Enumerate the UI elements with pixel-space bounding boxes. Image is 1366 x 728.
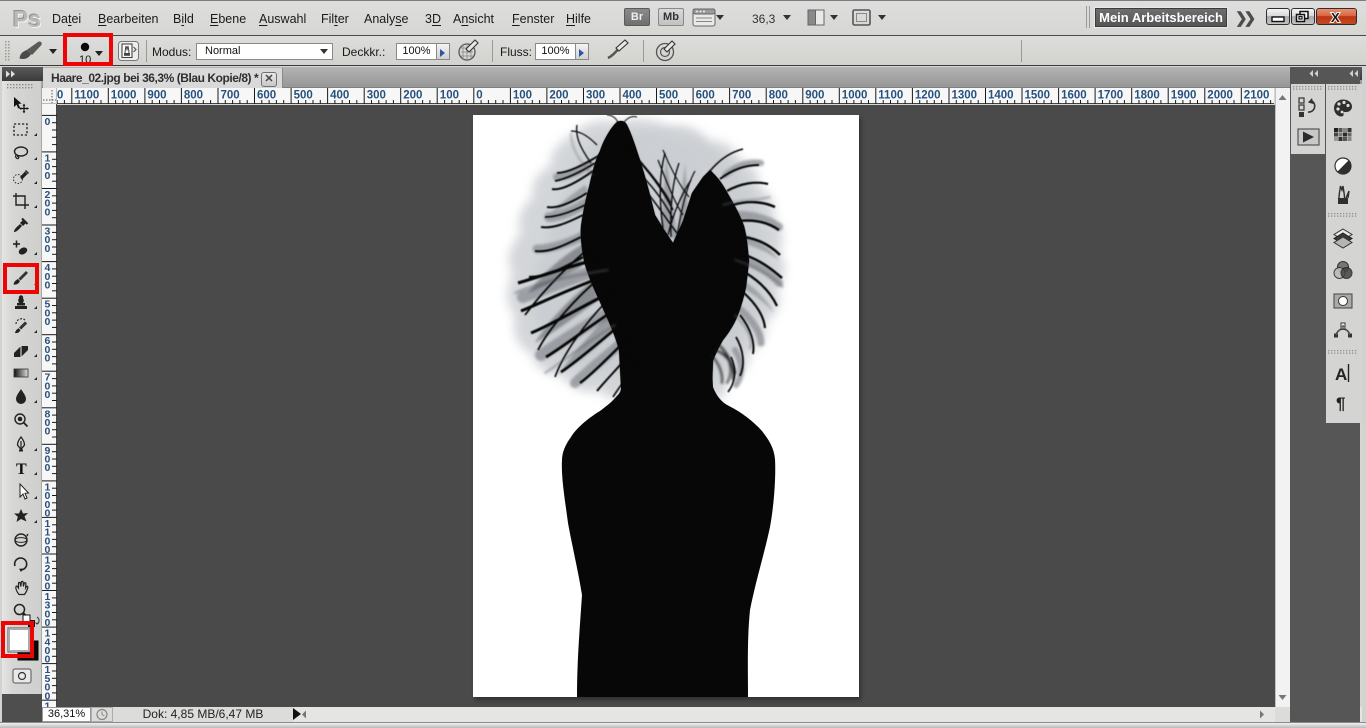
svg-text:2000: 2000 <box>1207 90 1233 102</box>
svg-text:A: A <box>1335 365 1347 384</box>
svg-text:T: T <box>16 461 27 478</box>
svg-text:1800: 1800 <box>1134 90 1160 102</box>
svg-text:0: 0 <box>45 243 51 255</box>
svg-text:0: 0 <box>476 90 482 102</box>
svg-text:500: 500 <box>659 90 678 102</box>
svg-text:600: 600 <box>696 90 715 102</box>
svg-text:1700: 1700 <box>1098 90 1124 102</box>
svg-text:1100: 1100 <box>878 90 903 102</box>
svg-text:500: 500 <box>294 90 313 102</box>
svg-text:1300: 1300 <box>952 90 978 102</box>
svg-text:0: 0 <box>45 462 51 474</box>
svg-text:1100: 1100 <box>74 90 99 102</box>
svg-text:0: 0 <box>45 280 51 292</box>
svg-text:200: 200 <box>549 90 568 102</box>
svg-text:X: X <box>1331 10 1340 25</box>
svg-text:1600: 1600 <box>1061 90 1087 102</box>
svg-text:800: 800 <box>769 90 788 102</box>
svg-text:0: 0 <box>45 389 51 401</box>
svg-text:100: 100 <box>440 90 459 102</box>
svg-text:600: 600 <box>257 90 276 102</box>
svg-text:0: 0 <box>45 116 51 128</box>
svg-text:0: 0 <box>45 206 51 218</box>
svg-text:1400: 1400 <box>988 90 1014 102</box>
svg-text:900: 900 <box>147 90 166 102</box>
svg-text:400: 400 <box>623 90 642 102</box>
svg-text:0: 0 <box>45 316 51 328</box>
svg-text:1000: 1000 <box>111 90 137 102</box>
svg-text:300: 300 <box>586 90 605 102</box>
svg-text:2100: 2100 <box>1244 90 1270 102</box>
svg-text:1200: 1200 <box>915 90 941 102</box>
svg-text:300: 300 <box>367 90 386 102</box>
svg-text:1500: 1500 <box>1025 90 1051 102</box>
svg-text:¶: ¶ <box>1336 394 1345 413</box>
svg-text:400: 400 <box>330 90 349 102</box>
svg-text:100: 100 <box>513 90 532 102</box>
svg-text:900: 900 <box>805 90 824 102</box>
svg-text:0: 0 <box>45 170 51 182</box>
svg-text:1900: 1900 <box>1171 90 1197 102</box>
svg-text:1000: 1000 <box>842 90 868 102</box>
svg-text:800: 800 <box>184 90 203 102</box>
svg-text:0: 0 <box>45 426 51 438</box>
svg-text:700: 700 <box>221 90 240 102</box>
svg-text:700: 700 <box>732 90 751 102</box>
svg-text:200: 200 <box>403 90 422 102</box>
svg-text:0: 0 <box>45 353 51 365</box>
